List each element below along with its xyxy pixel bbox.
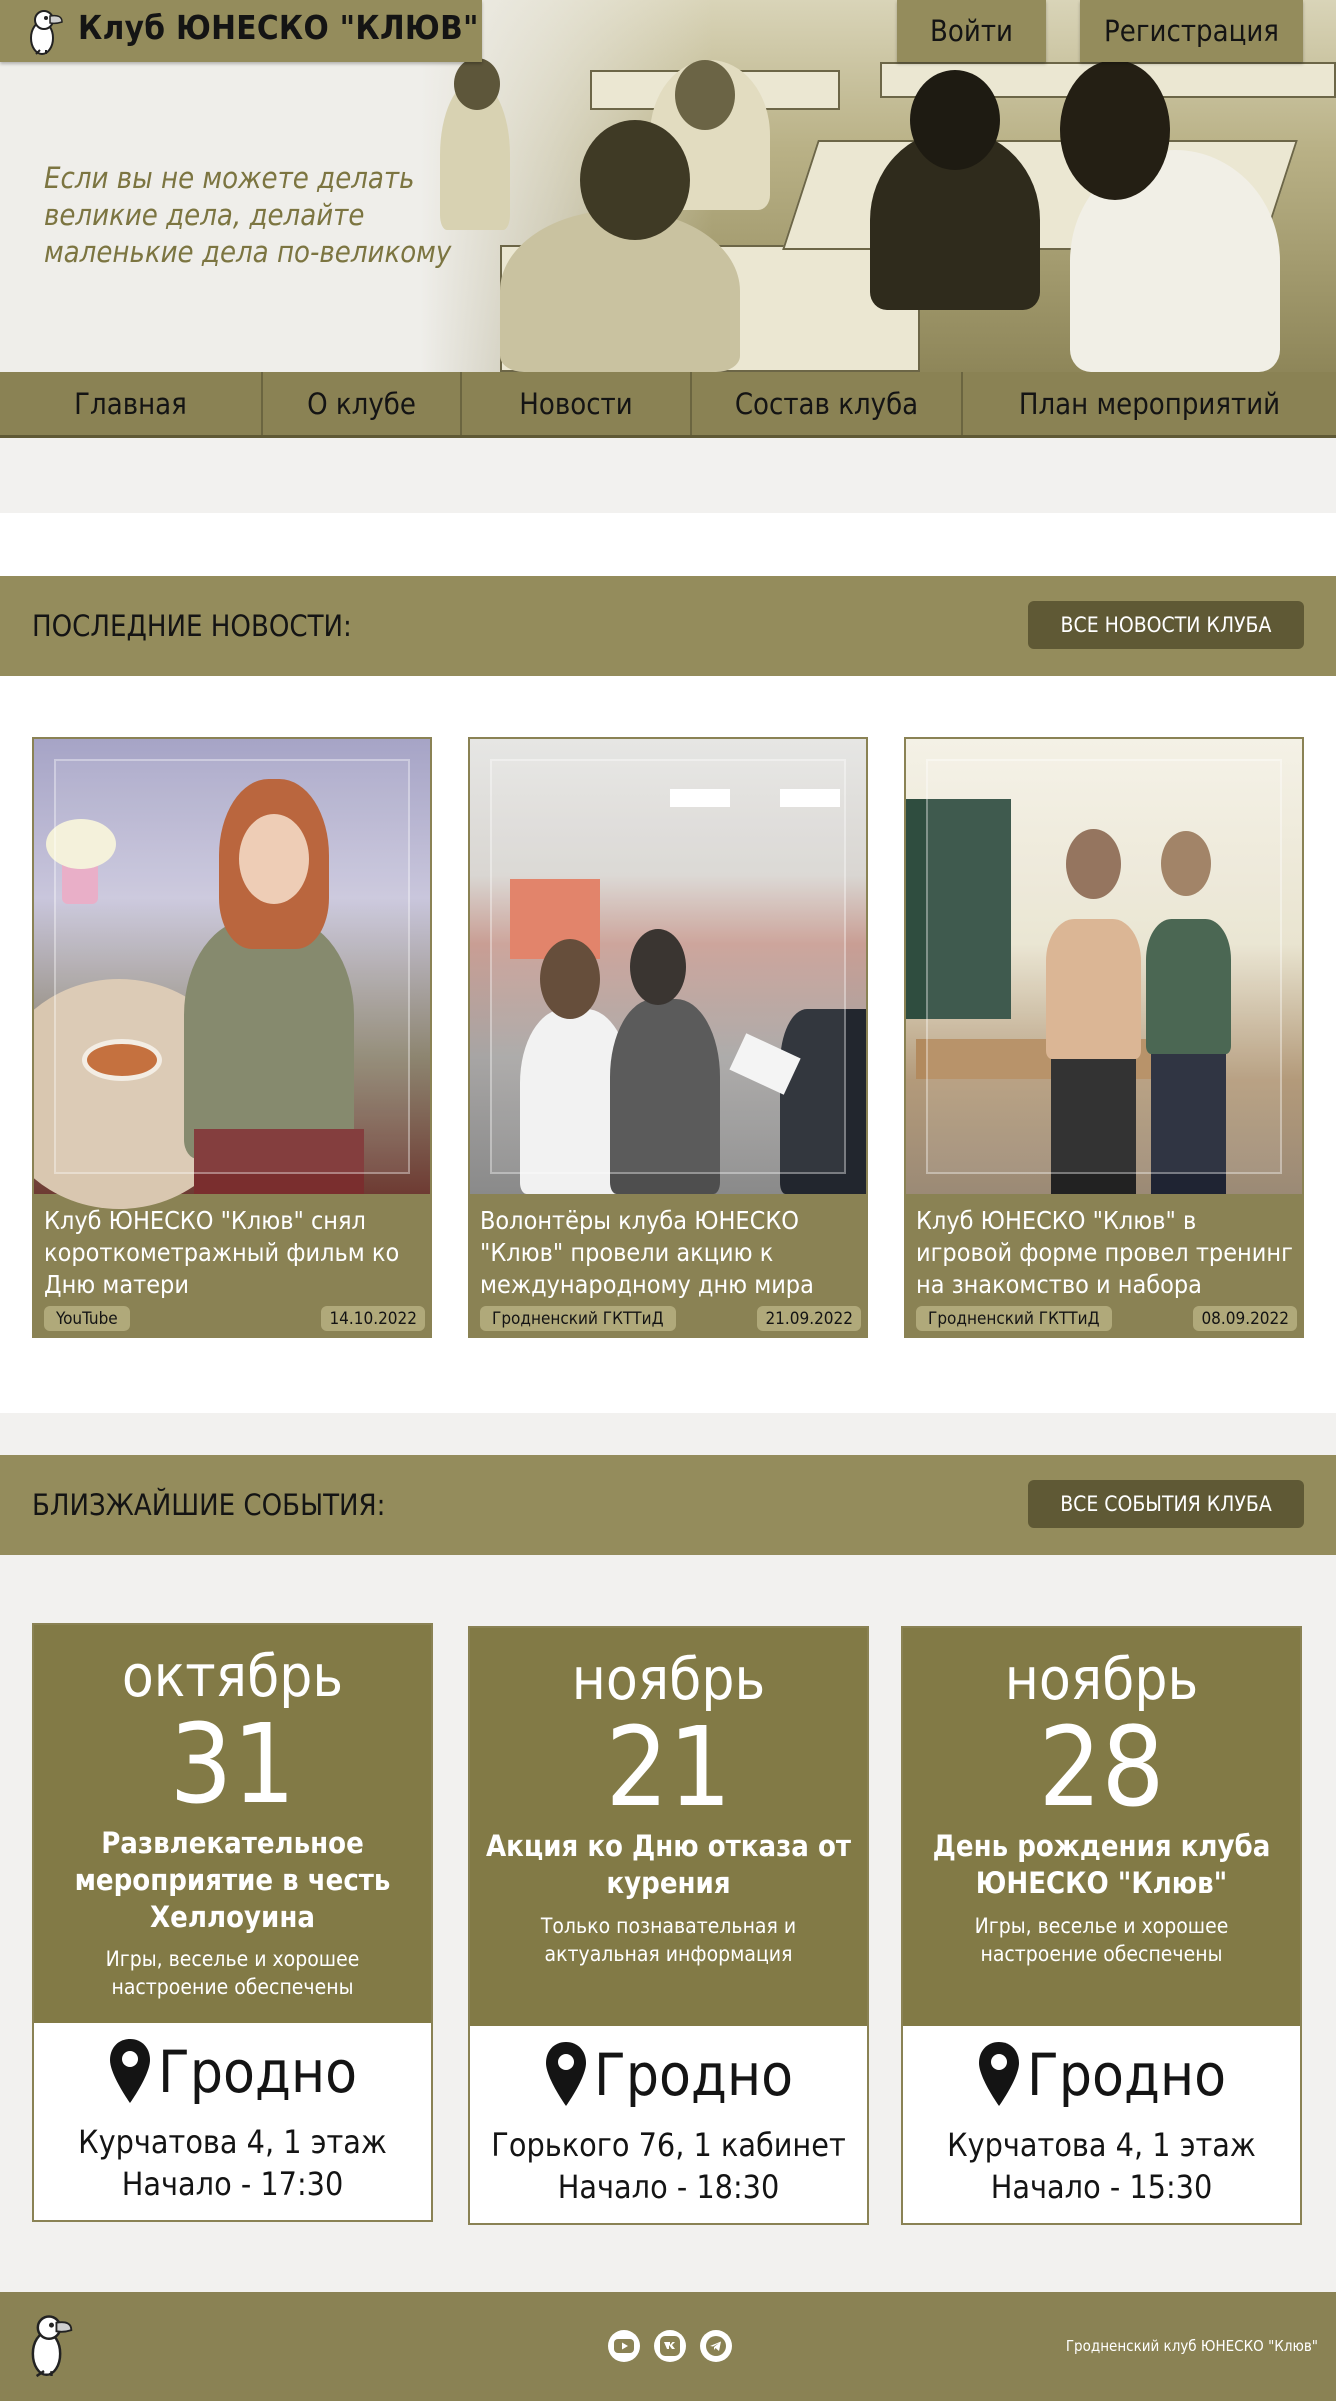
nav-item-events-plan[interactable]: План мероприятий <box>963 372 1336 435</box>
event-address: Курчатова 4, 1 этаж <box>947 2126 1256 2164</box>
event-start-time: Начало - 17:30 <box>121 2165 344 2203</box>
spacer-band <box>0 1413 1336 1455</box>
vk-icon[interactable] <box>654 2330 686 2362</box>
person-head <box>1060 60 1170 200</box>
event-description: Игры, веселье и хорошее настроение обесп… <box>974 1914 1229 1966</box>
map-pin-icon <box>545 2042 586 2106</box>
event-start-time: Начало - 15:30 <box>990 2168 1213 2206</box>
event-start-time: Начало - 18:30 <box>557 2168 780 2206</box>
event-location: Гродно Курчатова 4, 1 этаж Начало - 15:3… <box>903 2026 1300 2223</box>
brand-title[interactable]: Клуб ЮНЕСКО "КЛЮВ" <box>78 8 479 47</box>
news-card-frame <box>490 759 846 1174</box>
youtube-icon[interactable] <box>608 2330 640 2362</box>
toucan-logo-icon[interactable] <box>24 2309 74 2381</box>
news-date-badge: 21.09.2022 <box>757 1306 861 1331</box>
news-card[interactable]: Клуб ЮНЕСКО "Клюв" снял короткометражный… <box>32 737 432 1338</box>
hero: Клуб ЮНЕСКО "КЛЮВ" Войти Регистрация Есл… <box>0 0 1336 372</box>
all-events-button[interactable]: ВСЕ СОБЫТИЯ КЛУБА <box>1028 1480 1304 1528</box>
events-section-title: БЛИЗЖАЙШИЕ СОБЫТИЯ: <box>32 1488 386 1522</box>
event-description: Только познавательная и актуальная инфор… <box>540 1914 797 1966</box>
nav-item-home[interactable]: Главная <box>0 372 263 435</box>
news-card-frame <box>54 759 410 1174</box>
social-links <box>608 2330 732 2362</box>
event-day: 28 <box>1038 1703 1165 1831</box>
footer: Гродненский клуб ЮНЕСКО "Клюв" <box>0 2292 1336 2401</box>
spacer-band <box>0 438 1336 513</box>
event-card-header: ноябрь 28 День рождения клуба ЮНЕСКО "Кл… <box>903 1628 1300 2026</box>
news-card-title[interactable]: Волонтёры клуба ЮНЕСКО "Клюв" провели ак… <box>480 1205 860 1301</box>
event-day: 31 <box>169 1700 296 1828</box>
nav-item-news[interactable]: Новости <box>462 372 692 435</box>
events-section-header: БЛИЗЖАЙШИЕ СОБЫТИЯ: ВСЕ СОБЫТИЯ КЛУБА <box>0 1455 1336 1555</box>
person-head <box>580 120 690 240</box>
event-month: ноябрь <box>1004 1645 1199 1713</box>
news-date-badge: 14.10.2022 <box>321 1306 425 1331</box>
event-card[interactable]: ноябрь 28 День рождения клуба ЮНЕСКО "Кл… <box>901 1626 1302 2225</box>
event-card-header: октябрь 31 Развлекательное мероприятие в… <box>34 1625 431 2023</box>
news-card-frame <box>926 759 1282 1174</box>
news-section-header: ПОСЛЕДНИЕ НОВОСТИ: ВСЕ НОВОСТИ КЛУБА <box>0 576 1336 676</box>
event-address: Горького 76, 1 кабинет <box>491 2126 846 2164</box>
event-card[interactable]: ноябрь 21 Акция ко Дню отказа от курения… <box>468 1626 869 2225</box>
person-head <box>454 58 500 110</box>
event-month: октябрь <box>121 1642 344 1710</box>
event-title[interactable]: Акция ко Дню отказа от курения <box>485 1828 852 1902</box>
news-card[interactable]: Волонтёры клуба ЮНЕСКО "Клюв" провели ак… <box>468 737 868 1338</box>
nav-item-members[interactable]: Состав клуба <box>692 372 963 435</box>
news-card-title[interactable]: Клуб ЮНЕСКО "Клюв" снял короткометражный… <box>44 1205 424 1301</box>
toucan-logo-icon[interactable] <box>24 6 64 58</box>
event-title[interactable]: День рождения клуба ЮНЕСКО "Клюв" <box>918 1828 1285 1902</box>
news-section-title: ПОСЛЕДНИЕ НОВОСТИ: <box>32 609 352 643</box>
event-day: 21 <box>605 1703 732 1831</box>
event-month: ноябрь <box>571 1645 766 1713</box>
hero-quote: Если вы не можете делать великие дела, д… <box>44 161 452 269</box>
login-button[interactable]: Войти <box>897 0 1046 62</box>
event-description: Игры, веселье и хорошее настроение обесп… <box>105 1947 360 1999</box>
map-pin-icon <box>109 2039 150 2103</box>
event-card-header: ноябрь 21 Акция ко Дню отказа от курения… <box>470 1628 867 2026</box>
news-source-badge: YouTube <box>44 1306 130 1331</box>
register-button[interactable]: Регистрация <box>1080 0 1303 62</box>
event-city: Гродно <box>157 2038 357 2106</box>
footer-copyright: Гродненский клуб ЮНЕСКО "Клюв" <box>1065 2337 1318 2355</box>
news-card[interactable]: Клуб ЮНЕСКО "Клюв" в игровой форме прове… <box>904 737 1304 1338</box>
news-date-badge: 08.09.2022 <box>1193 1306 1297 1331</box>
event-title[interactable]: Развлекательное мероприятие в честь Хелл… <box>49 1825 416 1936</box>
event-location: Гродно Горького 76, 1 кабинет Начало - 1… <box>470 2026 867 2223</box>
all-news-button[interactable]: ВСЕ НОВОСТИ КЛУБА <box>1028 601 1304 649</box>
event-city: Гродно <box>1026 2041 1226 2109</box>
person-head <box>910 70 1000 170</box>
brand-bar: Клуб ЮНЕСКО "КЛЮВ" <box>0 0 482 62</box>
event-address: Курчатова 4, 1 этаж <box>78 2123 387 2161</box>
nav-item-about[interactable]: О клубе <box>263 372 462 435</box>
main-nav: Главная О клубе Новости Состав клуба Пла… <box>0 372 1336 438</box>
event-city: Гродно <box>593 2041 793 2109</box>
telegram-icon[interactable] <box>700 2330 732 2362</box>
event-card[interactable]: октябрь 31 Развлекательное мероприятие в… <box>32 1623 433 2222</box>
person-head <box>675 60 735 130</box>
news-source-badge: Гродненский ГКТТиД <box>916 1306 1112 1331</box>
event-location: Гродно Курчатова 4, 1 этаж Начало - 17:3… <box>34 2023 431 2220</box>
map-pin-icon <box>978 2042 1019 2106</box>
news-source-badge: Гродненский ГКТТиД <box>480 1306 676 1331</box>
